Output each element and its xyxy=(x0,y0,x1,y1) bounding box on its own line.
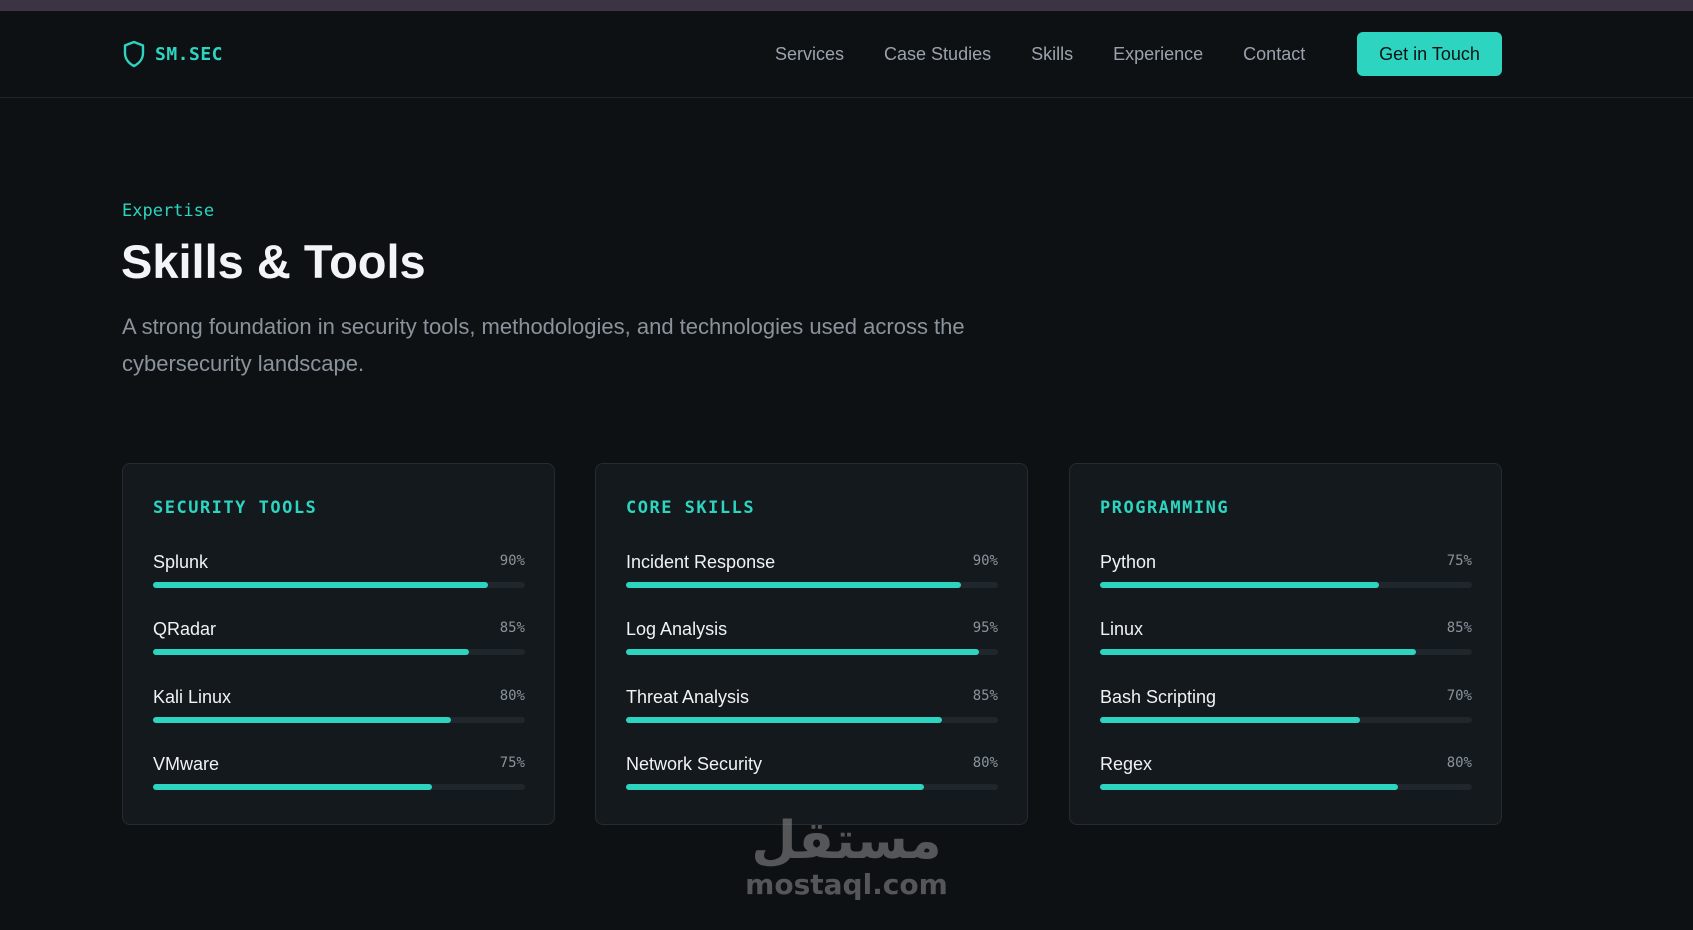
skill-progress-track xyxy=(626,717,998,723)
nav-link-case-studies[interactable]: Case Studies xyxy=(884,44,991,65)
shield-icon xyxy=(122,40,146,68)
skill-item: Splunk 90% xyxy=(153,552,525,592)
skill-name: Python xyxy=(1100,552,1157,572)
skill-progress-track xyxy=(1100,784,1472,790)
skill-percent: 80% xyxy=(499,688,525,704)
skills-card-security-tools: SECURITY TOOLS Splunk 90% QRadar 85% Kal… xyxy=(122,463,555,825)
skill-progress-track xyxy=(1100,582,1472,588)
navbar: SM.SEC Services Case Studies Skills Expe… xyxy=(0,11,1693,98)
skill-progress-fill xyxy=(626,784,924,790)
skills-card-core-skills: CORE SKILLS Incident Response 90% Log An… xyxy=(595,463,1028,825)
skill-percent: 90% xyxy=(499,553,525,569)
skill-name: Network Security xyxy=(626,754,763,774)
skill-percent: 85% xyxy=(1446,620,1472,636)
mostaql-watermark: مستقل mostaql.com xyxy=(744,812,949,912)
skill-name: Incident Response xyxy=(626,552,776,572)
skill-percent: 95% xyxy=(972,620,998,636)
skill-progress-track xyxy=(153,582,525,588)
skill-name: VMware xyxy=(153,754,220,774)
skill-percent: 85% xyxy=(972,688,998,704)
nav-link-contact[interactable]: Contact xyxy=(1243,44,1305,65)
section-title: Skills & Tools xyxy=(121,235,426,288)
skill-name: Bash Scripting xyxy=(1100,687,1217,707)
skill-item: Log Analysis 95% xyxy=(626,619,998,659)
skill-progress-fill xyxy=(153,582,488,588)
skill-percent: 80% xyxy=(972,755,998,771)
skill-item: VMware 75% xyxy=(153,754,525,794)
top-strip xyxy=(0,0,1693,11)
card-title: PROGRAMMING xyxy=(1100,498,1230,518)
skill-name: Log Analysis xyxy=(626,619,728,639)
skill-progress-fill xyxy=(1100,649,1417,655)
skill-progress-fill xyxy=(153,649,470,655)
skill-progress-track xyxy=(626,649,998,655)
skill-item: QRadar 85% xyxy=(153,619,525,659)
skill-item: Incident Response 90% xyxy=(626,552,998,592)
skill-percent: 75% xyxy=(499,755,525,771)
skill-progress-fill xyxy=(1100,784,1398,790)
skill-name: Splunk xyxy=(153,552,209,572)
skill-progress-track xyxy=(153,784,525,790)
skill-name: Threat Analysis xyxy=(626,687,750,707)
watermark-latin: mostaql.com xyxy=(745,868,948,901)
skill-progress-fill xyxy=(626,717,943,723)
get-in-touch-button[interactable]: Get in Touch xyxy=(1357,32,1502,76)
watermark-arabic: مستقل xyxy=(751,811,942,871)
skill-progress-track xyxy=(626,582,998,588)
skill-percent: 75% xyxy=(1446,553,1472,569)
skill-item: Python 75% xyxy=(1100,552,1472,592)
skill-percent: 80% xyxy=(1446,755,1472,771)
section-eyebrow: Expertise xyxy=(122,201,215,221)
card-title: CORE SKILLS xyxy=(626,498,756,518)
skill-progress-fill xyxy=(626,582,961,588)
skill-item: Bash Scripting 70% xyxy=(1100,687,1472,727)
nav-link-services[interactable]: Services xyxy=(775,44,844,65)
skill-item: Regex 80% xyxy=(1100,754,1472,794)
skill-progress-track xyxy=(1100,717,1472,723)
skill-progress-fill xyxy=(153,717,451,723)
nav-links: Services Case Studies Skills Experience … xyxy=(775,11,1305,98)
nav-link-skills[interactable]: Skills xyxy=(1031,44,1073,65)
skills-card-programming: PROGRAMMING Python 75% Linux 85% Bash Sc… xyxy=(1069,463,1502,825)
skill-item: Kali Linux 80% xyxy=(153,687,525,727)
skill-progress-fill xyxy=(153,784,432,790)
skill-percent: 85% xyxy=(499,620,525,636)
skill-name: Regex xyxy=(1100,754,1153,774)
skill-name: QRadar xyxy=(153,619,217,639)
skill-percent: 70% xyxy=(1446,688,1472,704)
nav-link-experience[interactable]: Experience xyxy=(1113,44,1203,65)
skill-name: Linux xyxy=(1100,619,1144,639)
skill-progress-track xyxy=(153,649,525,655)
skill-progress-fill xyxy=(1100,582,1379,588)
section-subtitle: A strong foundation in security tools, m… xyxy=(122,314,965,376)
skill-name: Kali Linux xyxy=(153,687,232,707)
skill-progress-track xyxy=(153,717,525,723)
skill-percent: 90% xyxy=(972,553,998,569)
skill-item: Linux 85% xyxy=(1100,619,1472,659)
skill-progress-fill xyxy=(626,649,980,655)
brand-name: SM.SEC xyxy=(155,43,224,65)
card-title: SECURITY TOOLS xyxy=(153,498,318,518)
skill-progress-track xyxy=(626,784,998,790)
skill-item: Network Security 80% xyxy=(626,754,998,794)
brand-logo[interactable]: SM.SEC xyxy=(122,40,223,68)
skill-progress-fill xyxy=(1100,717,1361,723)
skill-item: Threat Analysis 85% xyxy=(626,687,998,727)
skill-progress-track xyxy=(1100,649,1472,655)
